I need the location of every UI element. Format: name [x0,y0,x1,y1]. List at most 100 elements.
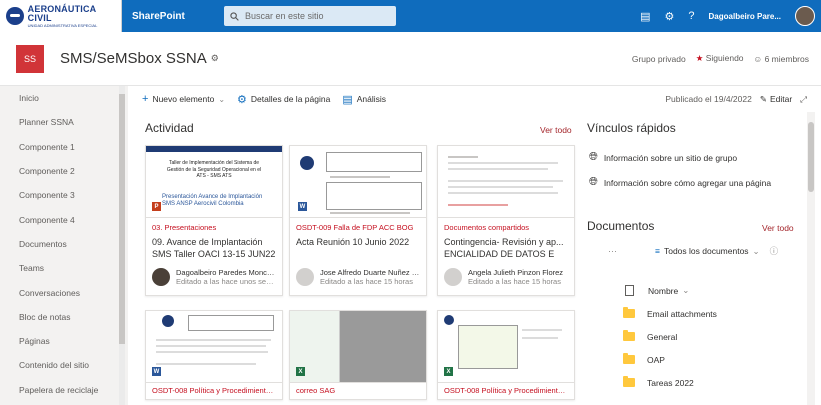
card-category[interactable]: 03. Presentaciones [152,223,276,232]
activity-card[interactable]: X OSDT-008 Política y Procedimientos d..… [437,310,575,400]
quicklink-item[interactable]: 🌐︎ Información sobre cómo agregar una pá… [589,176,771,189]
activity-card[interactable]: X correo SAG [289,310,427,400]
card-thumbnail: W [290,146,426,218]
folder-icon [623,353,635,364]
file-type-icon [625,285,634,296]
card-author: Angela Julieth Pinzon Florez [468,268,564,277]
user-avatar[interactable] [795,6,815,26]
nav-item-documentos[interactable]: Documentos [0,232,128,256]
card-thumbnail: Taller de Implementación del Sistema de … [146,146,282,218]
card-category[interactable]: Documentos compartidos [444,223,568,232]
folder-name: Email attachments [647,308,717,319]
card-category[interactable]: OSDT-008 Política y Procedimientos d... [444,386,568,395]
thumb-slide-title: Taller de Implementación del Sistema de … [166,160,262,179]
site-header: SS SMS/SeMSbox SSNA ⚙ Grupo privado ★ Si… [0,32,821,86]
excel-icon: X [444,367,453,376]
activity-card[interactable]: Documentos compartidos Contingencia- Rev… [437,145,575,296]
suite-bar: AERONÁUTICA CIVIL UNIDAD ADMINISTRATIVA … [0,0,821,32]
site-logo[interactable]: SS [16,44,44,73]
search-input[interactable]: Buscar en este sitio [245,11,324,21]
help-icon[interactable]: ? [688,10,694,22]
expand-icon[interactable]: ⤢ [800,94,807,105]
card-category[interactable]: correo SAG [296,386,420,395]
folder-row[interactable]: OAP [590,348,800,371]
avatar [296,268,314,286]
new-item-label: Nuevo elemento [152,94,215,104]
settings-gear-icon[interactable]: ⚙ [665,10,675,23]
conversation-icon[interactable]: ▤ [640,10,650,23]
published-date: Publicado el 19/4/2022 [665,94,752,104]
search-icon [230,11,239,21]
card-title: 09. Avance de Implantación SMS Taller OA… [152,237,276,260]
activity-card[interactable]: Taller de Implementación del Sistema de … [145,145,283,296]
plus-icon: + [142,93,149,105]
aerocivil-logo-icon [300,156,314,170]
star-icon: ★ [695,53,704,63]
folder-row[interactable]: Email attachments [590,302,800,325]
documents-see-all-link[interactable]: Ver todo [762,223,794,233]
column-name-header[interactable]: Nombre [648,286,678,296]
activity-card[interactable]: W OSDT-009 Falla de FDP ACC BOG Acta Reu… [289,145,427,296]
folder-row[interactable]: Tareas 2022 [590,371,800,394]
chevron-down-icon: ⌄ [682,285,690,295]
follow-button[interactable]: ★ Siguiendo [696,53,744,64]
folder-icon [623,330,635,341]
command-bar: + Nuevo elemento ⌄ ⚙ Detalles de la pági… [128,86,821,112]
folder-row[interactable]: General [590,325,800,348]
logo-main-text: AERONÁUTICA CIVIL [27,3,97,23]
page-details-button[interactable]: ⚙ Detalles de la página [237,93,330,106]
card-category[interactable]: OSDT-009 Falla de FDP ACC BOG [296,223,420,232]
folder-name: Tareas 2022 [647,377,694,388]
nav-item-papelera[interactable]: Papelera de reciclaje [0,378,128,402]
logo-sub-text: UNIDAD ADMINISTRATIVA ESPECIAL [27,22,98,28]
nav-item-bloc-de-notas[interactable]: Bloc de notas [0,305,128,329]
activity-see-all-link[interactable]: Ver todo [540,125,572,135]
info-icon[interactable]: ⓘ [770,245,779,257]
more-options-icon[interactable]: ··· [608,246,617,256]
user-name[interactable]: Dagoalbeiro Pare... [709,12,781,21]
organization-logo[interactable]: AERONÁUTICA CIVIL UNIDAD ADMINISTRATIVA … [0,0,122,32]
quicklinks-title: Vínculos rápidos [587,121,676,135]
new-item-button[interactable]: + Nuevo elemento ⌄ [142,93,225,105]
main-scrollbar[interactable] [807,112,815,405]
nav-item-conversaciones[interactable]: Conversaciones [0,280,128,304]
search-box[interactable]: Buscar en este sitio [224,6,396,26]
activity-card[interactable]: W OSDT-008 Política y Procedimientos d..… [145,310,283,400]
main-scroll-thumb[interactable] [808,122,814,192]
nav-item-teams[interactable]: Teams [0,256,128,280]
left-navigation: Inicio Planner SSNA Componente 1 Compone… [0,86,128,405]
site-title[interactable]: SMS/SeMSbox SSNA [60,50,207,67]
nav-scrollbar[interactable] [119,86,125,405]
quicklink-label: Información sobre un sitio de grupo [603,152,738,163]
nav-scroll-thumb[interactable] [119,94,125,344]
nav-item-inicio[interactable]: Inicio [0,86,128,110]
nav-item-componente-3[interactable]: Componente 3 [0,183,128,207]
aerocivil-emblem-icon [6,7,24,25]
view-selector[interactable]: ≡ Todos los documentos ⌄ ⓘ [655,245,778,257]
gear-icon: ⚙ [237,93,247,106]
site-settings-icon[interactable]: ⚙ [211,53,219,64]
card-thumbnail: X [438,311,574,383]
nav-item-componente-4[interactable]: Componente 4 [0,207,128,231]
quicklink-item[interactable]: 🌐︎ Información sobre un sitio de grupo [589,151,737,164]
card-category[interactable]: OSDT-008 Política y Procedimientos d... [152,386,276,395]
nav-item-componente-2[interactable]: Componente 2 [0,159,128,183]
members-button[interactable]: ☺ 6 miembros [754,54,809,64]
nav-item-planner[interactable]: Planner SSNA [0,110,128,134]
nav-item-componente-1[interactable]: Componente 1 [0,135,128,159]
card-author: Jose Alfredo Duarte Nuñez +2 [320,268,420,277]
edit-button[interactable]: ✎ Editar [760,94,792,105]
card-thumbnail: W [146,311,282,383]
globe-icon: 🌐︎ [589,176,598,188]
app-name-link[interactable]: SharePoint [132,11,224,22]
card-edited-time: Editado a las hace unos segun... [176,277,276,286]
documents-header-row: Nombre ⌄ [590,279,800,302]
analytics-button[interactable]: ▤ Análisis [342,93,386,106]
card-title: Contingencia- Revisión y ap... ENCIALIDA… [444,237,564,260]
chevron-down-icon: ⌄ [218,94,226,104]
nav-item-contenido-del-sitio[interactable]: Contenido del sitio [0,353,128,377]
nav-item-paginas[interactable]: Páginas [0,329,128,353]
analytics-label: Análisis [356,94,387,104]
members-label: 6 miembros [764,53,809,64]
card-thumbnail: X [290,311,426,383]
